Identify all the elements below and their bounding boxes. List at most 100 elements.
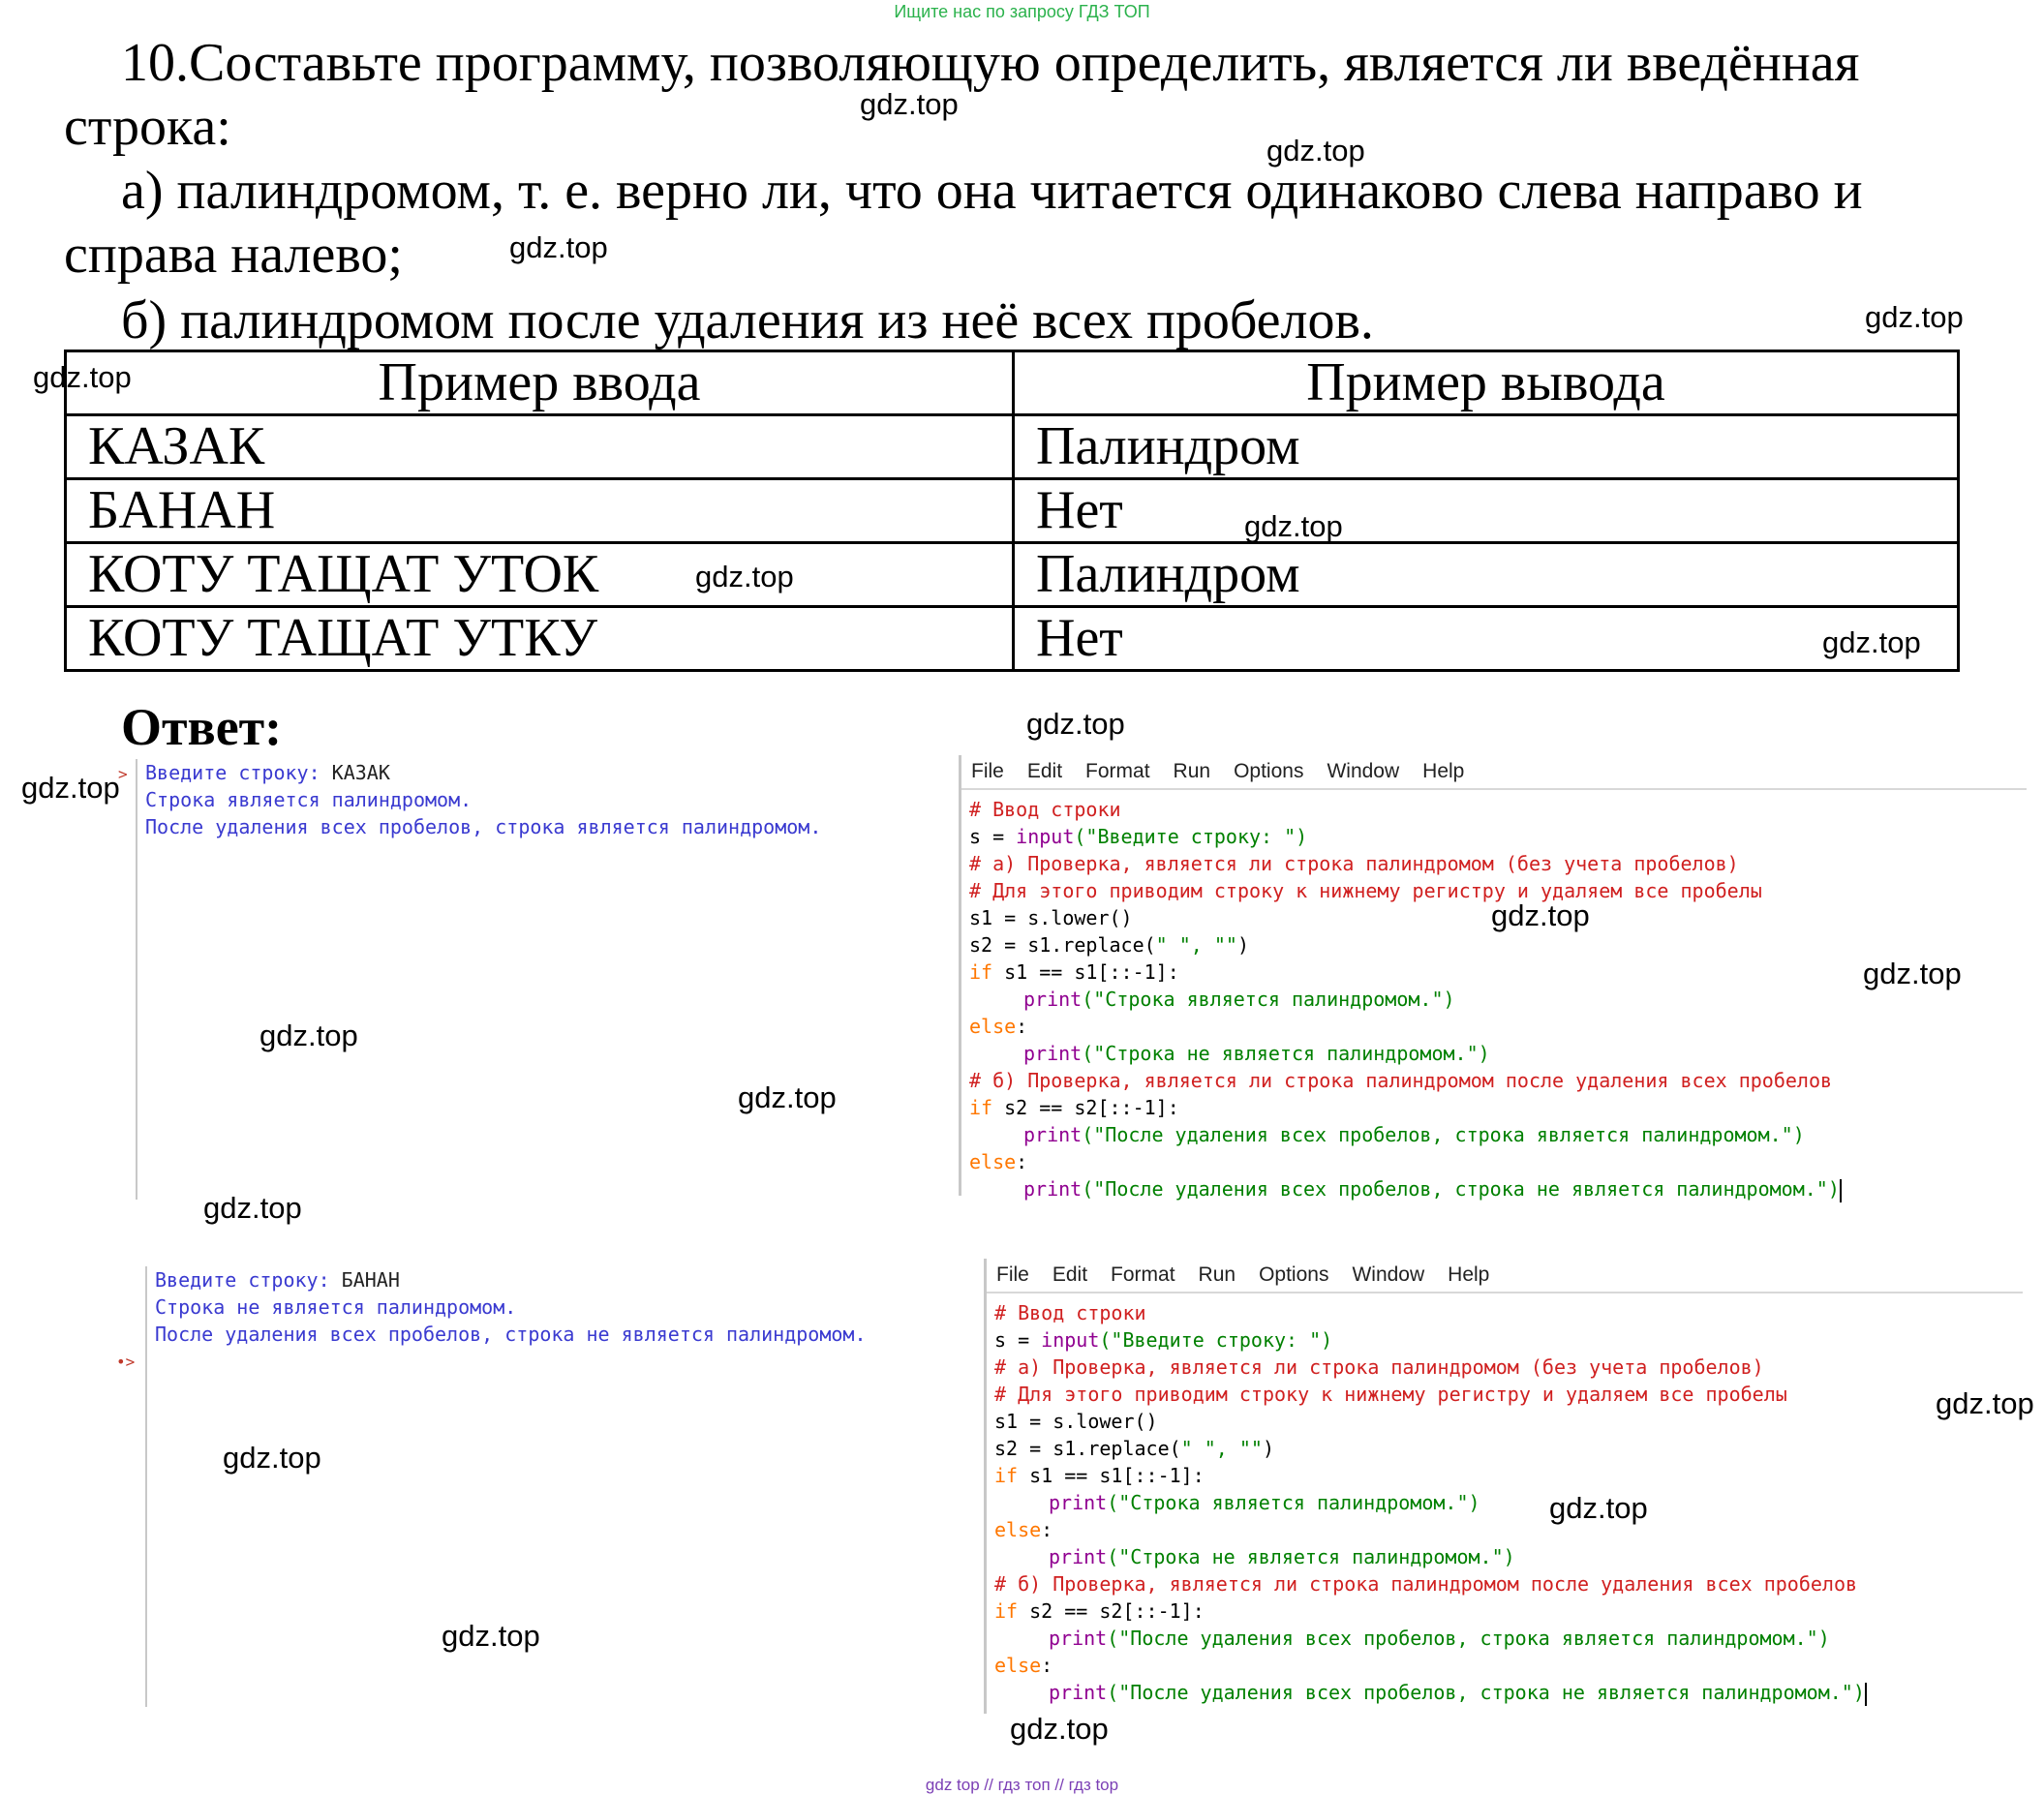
code-token: print	[1049, 1681, 1108, 1704]
watermark: gdz.top	[203, 1191, 302, 1225]
code-line: else:	[969, 1013, 2027, 1040]
code-line: # Для этого приводим строку к нижнему ре…	[994, 1383, 1787, 1406]
code-token: print	[1049, 1545, 1108, 1568]
watermark: gdz.top	[695, 560, 794, 593]
cell-output: Нет	[1012, 605, 1960, 672]
code-area[interactable]: # Ввод строки s = input("Введите строку:…	[961, 790, 2027, 1202]
table-header-row: Пример ввода Пример вывода	[64, 350, 1960, 416]
watermark: gdz.top	[223, 1441, 321, 1475]
code-area[interactable]: # Ввод строки s = input("Введите строку:…	[987, 1293, 2023, 1706]
code-token: ("После удаления всех пробелов, строка н…	[1107, 1681, 1865, 1704]
menu-options[interactable]: Options	[1259, 1263, 1328, 1287]
code-token: :	[1016, 1015, 1028, 1038]
code-line: print("После удаления всех пробелов, стр…	[969, 1175, 2027, 1202]
shell-window-1[interactable]: Введите строку: КАЗАК Строка является па…	[136, 759, 941, 1200]
menu-file[interactable]: File	[996, 1263, 1029, 1287]
header-output: Пример вывода	[1012, 350, 1960, 416]
shell-output-line: Строка является палиндромом.	[145, 788, 473, 811]
code-line: # Ввод строки	[969, 798, 1121, 821]
editor-window-2[interactable]: File Edit Format Run Options Window Help…	[984, 1259, 2023, 1714]
code-token: ("Строка не является палиндромом.")	[1107, 1545, 1515, 1568]
code-token: " ", ""	[1180, 1437, 1263, 1460]
shell-window-2[interactable]: Введите строку: БАНАН Строка не является…	[145, 1266, 980, 1707]
code-token: print	[1023, 988, 1083, 1011]
code-line: if s2 == s2[::-1]:	[994, 1597, 2023, 1625]
code-token: print	[1023, 1123, 1083, 1146]
code-token: print	[1049, 1627, 1108, 1650]
menu-edit[interactable]: Edit	[1053, 1263, 1087, 1287]
watermark: gdz.top	[738, 1080, 837, 1114]
code-line: else:	[969, 1148, 2027, 1175]
shell-input-value: БАНАН	[341, 1268, 400, 1292]
editor-menubar: File Edit Format Run Options Window Help	[961, 755, 2027, 790]
text-cursor	[1864, 1682, 1867, 1706]
watermark: gdz.top	[1244, 509, 1343, 543]
code-token: if	[994, 1599, 1019, 1623]
code-token: else	[994, 1654, 1042, 1677]
cell-input: КОТУ ТАЩАТ УТОК	[64, 541, 1015, 608]
menu-edit[interactable]: Edit	[1027, 760, 1062, 783]
code-token: if	[969, 960, 993, 984]
code-token: )	[1262, 1437, 1274, 1460]
answer-label: Ответ:	[121, 698, 283, 756]
code-line: s = input("Введите строку: ")	[969, 823, 2027, 850]
watermark: gdz.top	[1026, 707, 1125, 741]
watermark: gdz.top	[860, 87, 959, 121]
shell-prompt-text: Введите строку:	[145, 761, 332, 784]
code-token: if	[994, 1464, 1019, 1487]
code-line: # а) Проверка, является ли строка палинд…	[994, 1355, 1764, 1379]
code-token: s1 == s1[::-1]:	[992, 960, 1179, 984]
menu-options[interactable]: Options	[1234, 760, 1303, 783]
code-token: else	[969, 1150, 1017, 1173]
code-line: s2 = s1.replace(" ", "")	[969, 931, 2027, 958]
task-line-5: б) палиндромом после удаления из неё все…	[121, 290, 1374, 350]
task-line-4: справа налево;	[64, 225, 403, 285]
code-token: :	[1041, 1518, 1053, 1541]
code-token: s2 == s2[::-1]:	[992, 1096, 1179, 1119]
footer-links: gdz top // гдз топ // гдз top	[925, 1776, 1119, 1794]
cell-output: Палиндром	[1012, 413, 1960, 480]
code-line: # б) Проверка, является ли строка палинд…	[994, 1572, 1858, 1596]
menu-format[interactable]: Format	[1111, 1263, 1175, 1287]
menu-run[interactable]: Run	[1174, 760, 1211, 783]
shell-input-line: Введите строку: БАНАН	[147, 1266, 980, 1293]
code-token: else	[994, 1518, 1042, 1541]
code-token: )	[1236, 933, 1249, 957]
shell-input-value: КАЗАК	[331, 761, 390, 784]
example-table: Пример ввода Пример вывода КАЗАК Палиндр…	[64, 350, 1960, 672]
code-line: print("Строка не является палиндромом.")	[969, 1040, 2027, 1067]
cell-output: Палиндром	[1012, 541, 1960, 608]
shell-output-line: Строка не является палиндромом.	[155, 1295, 517, 1319]
code-token: s2 = s1.replace(	[969, 933, 1156, 957]
watermark: gdz.top	[259, 1019, 358, 1052]
cell-input: КОТУ ТАЩАТ УТКУ	[64, 605, 1015, 672]
code-token: " ", ""	[1155, 933, 1237, 957]
code-line: else:	[994, 1516, 2023, 1543]
cell-input: БАНАН	[64, 477, 1015, 544]
watermark: gdz.top	[1822, 625, 1921, 659]
code-line: # б) Проверка, является ли строка палинд…	[969, 1069, 1833, 1092]
code-token: s =	[994, 1328, 1042, 1352]
top-banner: Ищите нас по запросу ГДЗ ТОП	[894, 2, 1150, 21]
cell-input: КАЗАК	[64, 413, 1015, 480]
menu-format[interactable]: Format	[1085, 760, 1150, 783]
menu-window[interactable]: Window	[1327, 760, 1399, 783]
watermark: gdz.top	[33, 360, 132, 394]
code-line: if s1 == s1[::-1]:	[994, 1462, 2023, 1489]
text-cursor	[1839, 1178, 1842, 1202]
menu-run[interactable]: Run	[1199, 1263, 1236, 1287]
menu-help[interactable]: Help	[1448, 1263, 1489, 1287]
menu-window[interactable]: Window	[1352, 1263, 1424, 1287]
table-row: БАНАН Нет	[64, 477, 1960, 544]
code-line: # а) Проверка, является ли строка палинд…	[969, 852, 1739, 875]
code-line: print("После удаления всех пробелов, стр…	[969, 1121, 2027, 1148]
shell-input-line: Введите строку: КАЗАК	[137, 759, 941, 786]
shell-output-line: После удаления всех пробелов, строка явл…	[145, 815, 822, 838]
menu-file[interactable]: File	[971, 760, 1004, 783]
code-token: ("Введите строку: ")	[1074, 825, 1308, 848]
code-token: ("После удаления всех пробелов, строка н…	[1082, 1177, 1840, 1201]
code-token: ("Строка является палиндромом.")	[1107, 1491, 1480, 1514]
code-token: s2 == s2[::-1]:	[1018, 1599, 1205, 1623]
menu-help[interactable]: Help	[1422, 760, 1464, 783]
watermark: gdz.top	[1549, 1491, 1648, 1525]
